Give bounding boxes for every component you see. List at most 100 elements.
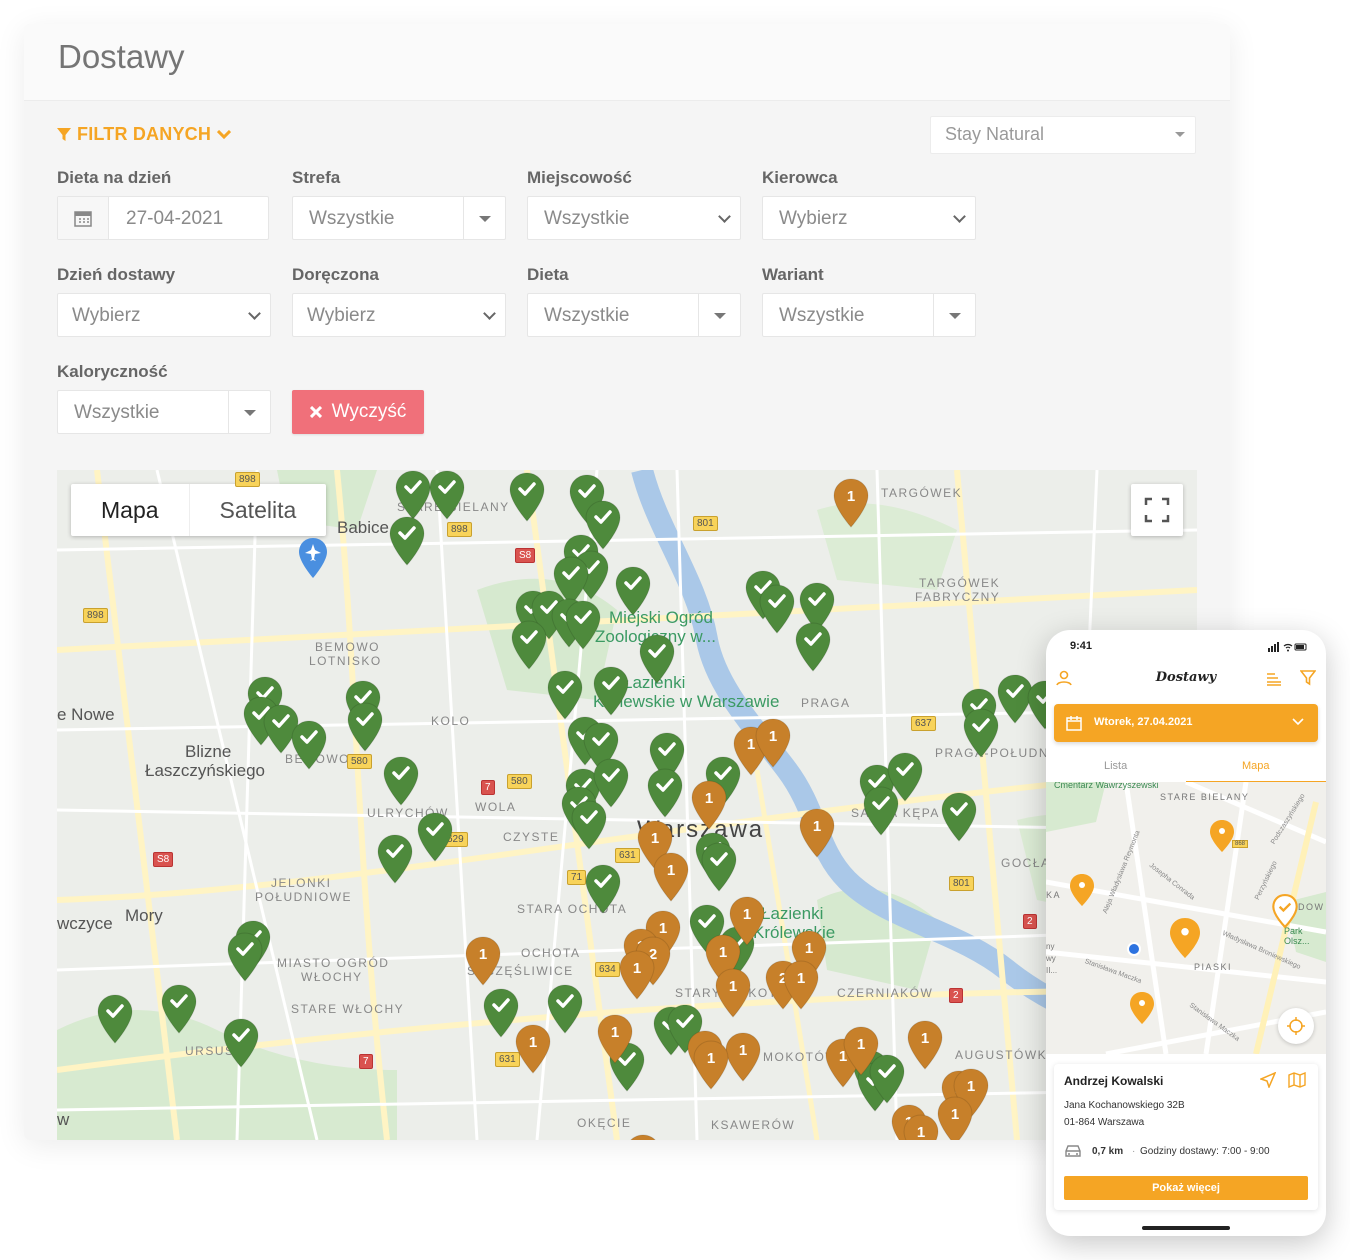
pending-pin[interactable]: 1 [907,1020,943,1070]
delivered-pin[interactable] [701,842,737,892]
brand-select[interactable]: Stay Natural [930,116,1196,154]
delivered-pin[interactable] [417,812,453,862]
pending-pin[interactable]: 1 [783,960,819,1010]
location-pin-icon[interactable] [1130,992,1154,1024]
tab-map[interactable]: Mapa [1242,760,1270,772]
close-icon [309,406,322,418]
delivered-pin[interactable] [389,516,425,566]
calendar-icon [58,197,108,239]
pending-pin[interactable]: 1 [755,718,791,768]
pending-pin[interactable]: 1 [715,968,751,1018]
delivered-pin[interactable] [565,600,601,650]
tab-map[interactable]: Mapa [71,484,189,536]
pending-pin[interactable]: 1 [653,852,689,902]
delivered-pin[interactable] [759,584,795,634]
delivered-pin[interactable] [941,792,977,842]
pending-pin[interactable]: 1 [619,950,655,1000]
diet-select[interactable]: Wszystkie [527,293,741,337]
pending-pin[interactable]: 1 [693,1040,729,1090]
crosshair-icon [1287,1017,1305,1035]
mobile-app-preview: 9:41 Dostawy Wtorek, 27.04.2021 Lista Ma… [1046,630,1326,1236]
delivered-select[interactable]: Wybierz [292,293,506,337]
pending-pin[interactable]: 1 [799,808,835,858]
delivered-pin[interactable] [795,622,831,672]
delivered-pin[interactable] [347,702,383,752]
pending-pin[interactable]: 1 [843,1026,879,1076]
delivered-pin[interactable] [291,720,327,770]
location-pin-icon[interactable] [1070,874,1094,906]
airport-icon [299,538,327,578]
delivered-pin[interactable] [963,708,999,758]
filter-icon[interactable] [1300,670,1316,686]
filter-toggle[interactable]: FILTR DANYCH [57,124,232,145]
delivered-pin[interactable] [647,768,683,818]
map-icon[interactable] [1288,1072,1306,1088]
variant-select[interactable]: Wszystkie [762,293,976,337]
tab-satellite[interactable]: Satelita [188,484,327,536]
variant-value: Wszystkie [779,305,865,326]
city-select[interactable]: Wszystkie [527,196,741,240]
delivered-pin[interactable] [97,994,133,1044]
map-label: e Nowe [57,705,115,724]
delivered-pin[interactable] [585,864,621,914]
delivered-pin[interactable] [223,1018,259,1068]
delivered-pin[interactable] [509,472,545,522]
calories-select[interactable]: Wszystkie [57,390,271,434]
delivered-pin[interactable] [429,470,465,520]
delivered-pin[interactable] [511,620,547,670]
pending-pin[interactable]: 1 [725,1032,761,1082]
pending-pin[interactable]: 1 [903,1114,939,1140]
delivered-pin[interactable] [547,670,583,720]
delivered-pin[interactable] [395,470,431,520]
pending-pin[interactable]: 1 [515,1024,551,1074]
map-label: MIASTO OGRÓD [277,956,390,970]
locate-me-button[interactable] [1278,1008,1314,1044]
pending-pin[interactable]: 1 [937,1096,973,1140]
svg-text:1: 1 [611,1024,619,1041]
clear-filters-button[interactable]: Wyczyść [292,390,424,434]
svg-text:1: 1 [705,790,713,807]
mobile-map[interactable]: Cmentarz Wawrzyszewski STARE BIELANY PIA… [1046,782,1326,1054]
delivered-pin[interactable] [227,932,263,982]
delivered-pin[interactable] [547,984,583,1034]
delivered-pin[interactable] [161,984,197,1034]
road-badge: 580 [507,774,532,789]
pending-pin[interactable]: 1 [625,1134,661,1140]
zone-select[interactable]: Wszystkie [292,196,506,240]
variant-label: Wariant [762,265,824,284]
delivered-pin[interactable] [615,566,651,616]
map-label: AUGUSTÓWKA [955,1048,1057,1062]
delivered-pin[interactable] [383,756,419,806]
mobile-date-value: Wtorek, 27.04.2021 [1094,716,1193,728]
status-icons [1268,642,1308,654]
delivered-pin[interactable] [593,666,629,716]
driver-select[interactable]: Wybierz [762,196,976,240]
delivered-pin[interactable] [887,752,923,802]
map-label: II... [1046,966,1058,975]
delivery-day-select[interactable]: Wybierz [57,293,271,337]
tab-list[interactable]: Lista [1104,760,1127,772]
delivered-pin-icon[interactable] [1272,894,1298,928]
navigate-icon[interactable] [1260,1072,1276,1088]
map-label: JELONKI [271,876,332,890]
location-pin-icon[interactable] [1210,820,1234,852]
location-pin-icon[interactable] [1170,918,1200,958]
delivery-card[interactable]: Andrzej Kowalski Jana Kochanowskiego 32B… [1054,1064,1318,1210]
sort-icon[interactable] [1266,672,1282,686]
map-label: DOW [1298,902,1325,912]
delivered-pin[interactable] [593,758,629,808]
delivered-pin[interactable] [377,834,413,884]
caret-down-icon [244,410,256,416]
diet-label: Dieta [527,265,569,284]
pending-pin[interactable]: 1 [597,1014,633,1064]
delivery-map[interactable]: Mapa Satelita STARE BIELANY TARGÓWEK TAR… [57,470,1197,1140]
diet-date-field[interactable]: 27-04-2021 [57,196,269,240]
pending-pin[interactable]: 1 [691,780,727,830]
delivered-pin[interactable] [639,634,675,684]
pending-pin[interactable]: 1 [833,478,869,528]
mobile-date-selector[interactable]: Wtorek, 27.04.2021 [1054,704,1318,742]
fullscreen-button[interactable] [1131,484,1183,536]
show-more-button[interactable]: Pokaż więcej [1064,1176,1308,1200]
delivered-pin[interactable] [483,988,519,1038]
pending-pin[interactable]: 1 [465,936,501,986]
